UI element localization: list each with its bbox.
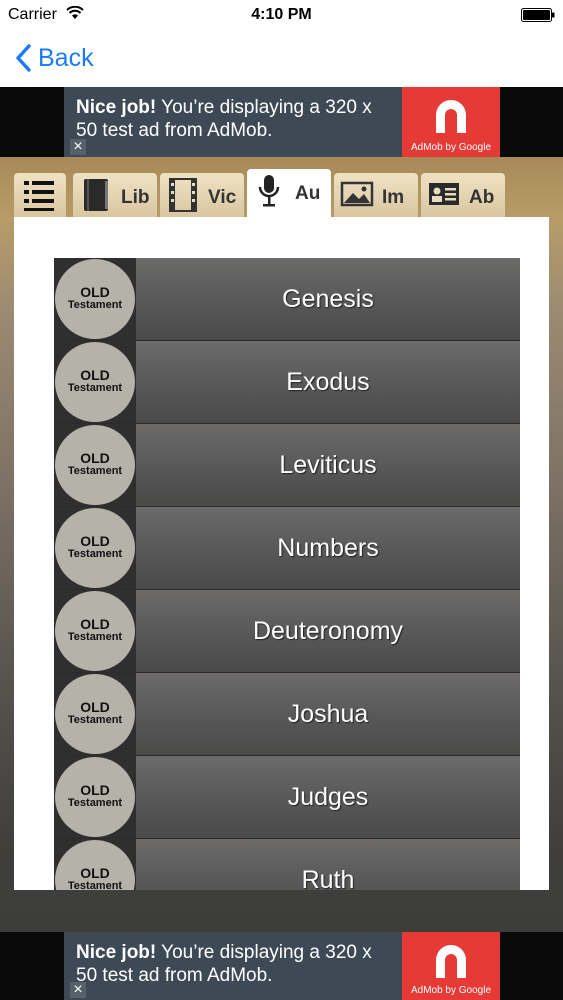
- film-icon: [169, 178, 197, 212]
- admob-logo: AdMob by Google: [402, 87, 500, 157]
- list-item[interactable]: OLD Testament Judges: [54, 756, 520, 839]
- old-testament-badge: OLD Testament: [55, 591, 135, 671]
- tab-bar: Lib Vic Au Im Ab: [14, 169, 549, 217]
- book-title: Joshua: [136, 673, 520, 755]
- list-item[interactable]: OLD Testament Ruth: [54, 839, 520, 890]
- status-bar: Carrier 4:10 PM: [0, 0, 563, 30]
- book-title: Numbers: [136, 507, 520, 589]
- old-testament-badge: OLD Testament: [55, 757, 135, 837]
- list-item[interactable]: OLD Testament Leviticus: [54, 424, 520, 507]
- tab-label: Ab: [469, 187, 495, 208]
- book-title: Genesis: [136, 258, 520, 340]
- chevron-left-icon: [16, 44, 31, 72]
- image-icon: [340, 181, 374, 207]
- tab-library[interactable]: Lib: [73, 173, 157, 217]
- ad-text: Nice job! You’re displaying a 320 x 50 t…: [76, 96, 394, 142]
- book-title: Deuteronomy: [136, 590, 520, 672]
- close-icon[interactable]: ×: [70, 982, 86, 998]
- book-title: Leviticus: [136, 424, 520, 506]
- ad-content[interactable]: Nice job! You’re displaying a 320 x 50 t…: [64, 87, 500, 157]
- tab-audio[interactable]: Au: [247, 169, 331, 217]
- back-label: Back: [38, 43, 94, 72]
- book-icon: [84, 179, 108, 211]
- content-panel: OLD Testament Genesis OLD Testament Exodus…: [14, 217, 549, 890]
- menu-icon: [24, 181, 54, 211]
- admob-logo: AdMob by Google: [402, 932, 500, 1000]
- book-list: OLD Testament Genesis OLD Testament Exodus…: [54, 258, 520, 890]
- old-testament-badge: OLD Testament: [55, 508, 135, 588]
- book-title: Judges: [136, 756, 520, 838]
- old-testament-badge: OLD Testament: [55, 342, 135, 422]
- battery-icon: [521, 8, 555, 22]
- admob-brand-label: AdMob by Google: [410, 142, 492, 153]
- admob-mark-icon: [436, 945, 466, 978]
- tab-label: Vic: [208, 187, 237, 208]
- microphone-icon: [258, 175, 280, 207]
- ad-text: Nice job! You’re displaying a 320 x 50 t…: [76, 941, 394, 987]
- ad-content[interactable]: Nice job! You’re displaying a 320 x 50 t…: [64, 932, 500, 1000]
- book-title: Exodus: [136, 341, 520, 423]
- contact-card-icon: [429, 183, 459, 205]
- list-item[interactable]: OLD Testament Deuteronomy: [54, 590, 520, 673]
- admob-mark-icon: [436, 100, 466, 133]
- close-icon[interactable]: ×: [70, 139, 86, 155]
- ad-headline: Nice job!: [76, 942, 157, 963]
- clock: 4:10 PM: [251, 6, 312, 23]
- list-item[interactable]: OLD Testament Joshua: [54, 673, 520, 756]
- tab-menu[interactable]: [14, 173, 66, 217]
- ad-headline: Nice job!: [76, 97, 157, 118]
- tab-video[interactable]: Vic: [160, 173, 244, 217]
- book-title: Ruth: [136, 839, 520, 890]
- tab-about[interactable]: Ab: [421, 173, 505, 217]
- old-testament-badge: OLD Testament: [55, 674, 135, 754]
- tab-label: Au: [295, 183, 321, 204]
- tab-label: Lib: [121, 187, 150, 208]
- tab-label: Im: [382, 187, 405, 208]
- list-item[interactable]: OLD Testament Numbers: [54, 507, 520, 590]
- tab-images[interactable]: Im: [334, 173, 418, 217]
- nav-bar: Back: [0, 30, 563, 87]
- list-item[interactable]: OLD Testament Genesis: [54, 258, 520, 341]
- list-item[interactable]: OLD Testament Exodus: [54, 341, 520, 424]
- back-button[interactable]: Back: [14, 40, 94, 76]
- ad-banner-bottom: Nice job! You’re displaying a 320 x 50 t…: [0, 932, 563, 1000]
- old-testament-badge: OLD Testament: [55, 840, 135, 890]
- ad-banner-top: Nice job! You’re displaying a 320 x 50 t…: [0, 87, 563, 157]
- old-testament-badge: OLD Testament: [55, 425, 135, 505]
- admob-brand-label: AdMob by Google: [410, 985, 492, 996]
- old-testament-badge: OLD Testament: [55, 259, 135, 339]
